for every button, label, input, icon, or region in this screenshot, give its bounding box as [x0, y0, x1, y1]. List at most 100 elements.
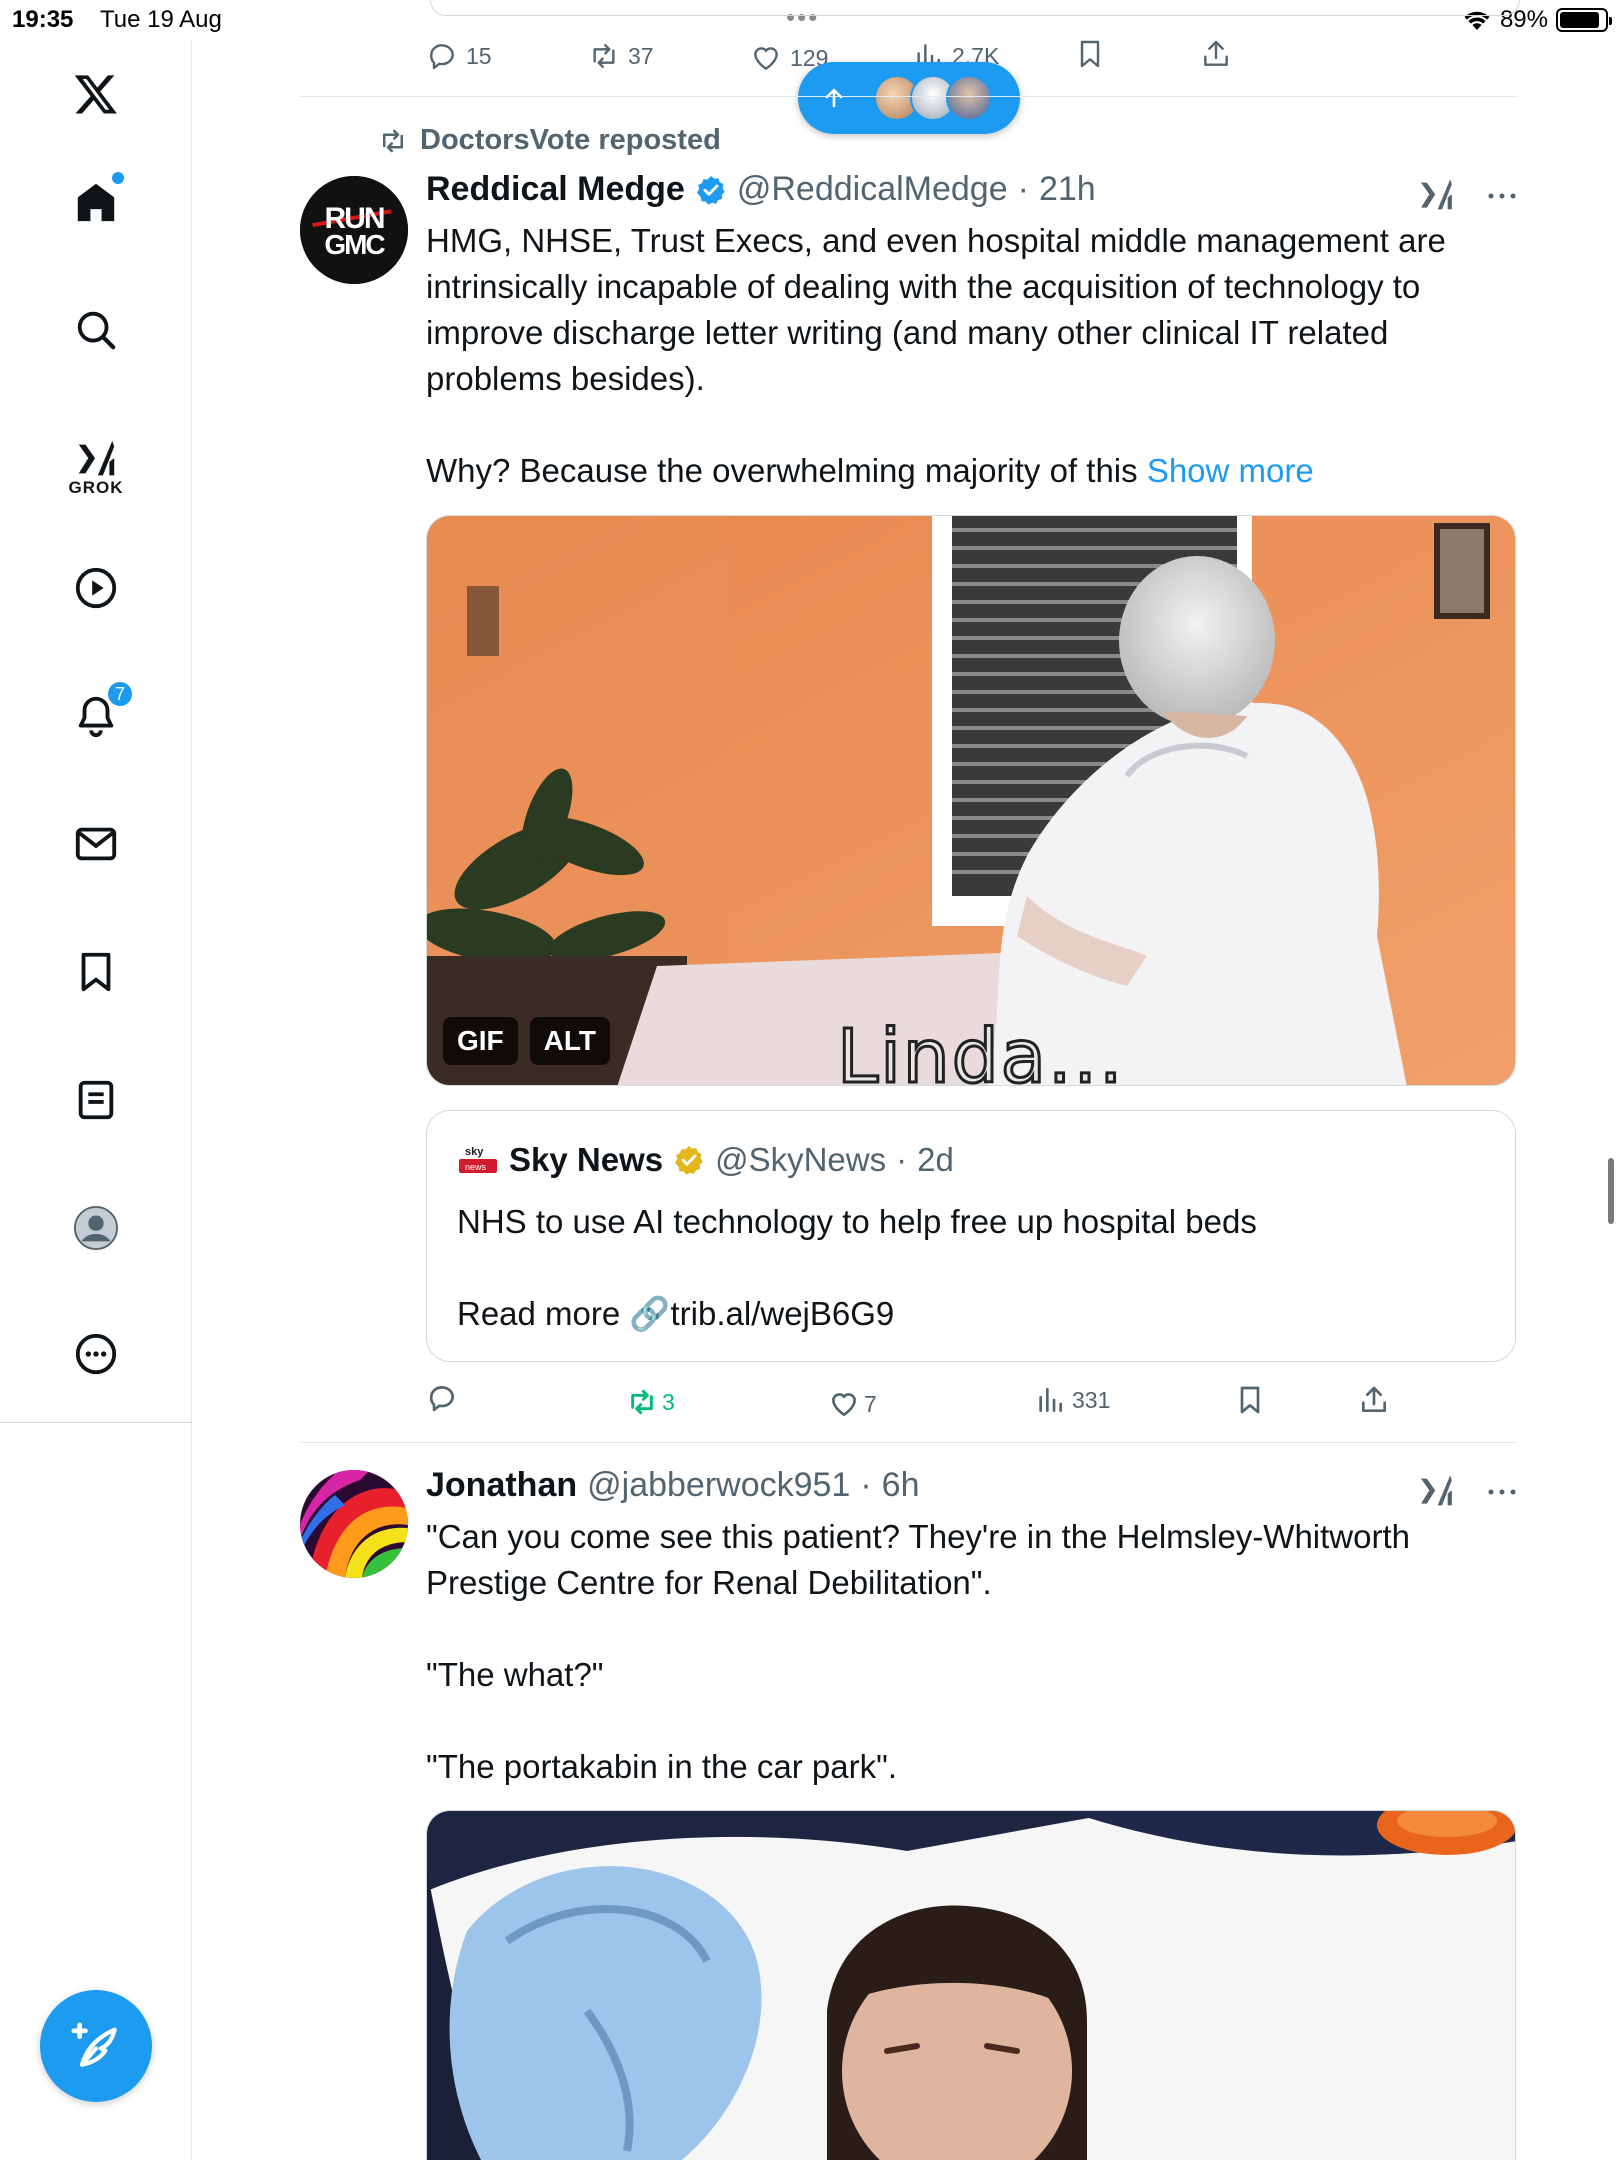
sky-news-logo: sky news	[457, 1143, 499, 1177]
sidebar-item-messages[interactable]	[64, 812, 128, 876]
svg-text:GMC: GMC	[324, 229, 385, 260]
repost-button[interactable]: 3	[626, 1386, 675, 1418]
reply-icon	[430, 44, 454, 70]
compose-feather-icon	[71, 2022, 117, 2067]
tweet-gif-media[interactable]: Linda... GIF ALT	[426, 515, 1516, 1086]
reply-button[interactable]	[426, 1382, 466, 1414]
grok-label: GROK	[68, 478, 124, 497]
sidebar-item-profile[interactable]	[64, 1196, 128, 1260]
more-circle-icon	[75, 1333, 117, 1375]
author-name[interactable]: Reddical Medge	[426, 170, 685, 209]
more-horizontal-icon[interactable]	[1486, 190, 1518, 202]
feed-divider	[300, 1442, 1518, 1443]
tweet-text: "Can you come see this patient? They're …	[426, 1518, 1411, 1785]
tweet-text: HMG, NHSE, Trust Execs, and even hospita…	[426, 218, 1516, 494]
grok-icon[interactable]	[1416, 1472, 1456, 1512]
gif-still-image	[427, 1811, 1515, 2160]
author-name[interactable]: Jonathan	[426, 1466, 577, 1505]
share-icon	[1362, 1386, 1386, 1412]
rainbow-avatar	[300, 1470, 408, 1578]
sidebar-nav: GROK 7	[0, 40, 192, 2160]
prev-card-bottom	[430, 0, 1520, 16]
heart-icon	[754, 47, 778, 71]
home-unread-dot	[112, 172, 124, 184]
sidebar-item-home[interactable]	[64, 170, 128, 234]
quote-header: sky news Sky News @SkyNews · 2d	[457, 1141, 954, 1179]
svg-text:news: news	[465, 1162, 487, 1172]
like-button[interactable]: 7	[828, 1388, 877, 1420]
bookmark-button[interactable]	[1234, 1384, 1266, 1416]
dot-separator: ·	[896, 1141, 908, 1178]
scroll-indicator[interactable]	[1608, 1158, 1614, 1224]
share-button[interactable]	[1358, 1384, 1390, 1416]
reply-button[interactable]: 15	[426, 40, 492, 72]
tweet-body: HMG, NHSE, Trust Execs, and even hospita…	[426, 222, 1446, 489]
show-more-link[interactable]: Show more	[1147, 452, 1314, 489]
sidebar-item-more[interactable]	[64, 1322, 128, 1386]
share-icon	[1204, 40, 1228, 66]
bookmark-icon	[1080, 40, 1100, 68]
sidebar-item-lists[interactable]	[64, 1068, 128, 1132]
tweet-time[interactable]: 21h	[1039, 170, 1096, 209]
grok-icon[interactable]	[1416, 176, 1456, 216]
tweet-tools	[1416, 176, 1518, 216]
tweet-gif-media[interactable]	[426, 1810, 1516, 2160]
bookmark-icon	[81, 952, 111, 992]
sidebar-item-explore[interactable]	[64, 298, 128, 362]
sidebar-item-bookmarks[interactable]	[64, 940, 128, 1004]
quote-author-name: Sky News	[509, 1141, 664, 1178]
gold-verified-badge-icon	[675, 1146, 703, 1175]
quoted-tweet[interactable]: sky news Sky News @SkyNews · 2d NHS to u…	[426, 1110, 1516, 1362]
like-count: 7	[864, 1390, 877, 1417]
author-handle[interactable]: @ReddicalMedge	[737, 170, 1008, 209]
views-button[interactable]: 331	[1034, 1384, 1110, 1416]
verified-badge-icon	[696, 175, 725, 205]
pill-avatar	[946, 75, 992, 121]
author-handle[interactable]: @jabberwock951	[587, 1466, 850, 1505]
battery-icon	[1556, 8, 1612, 32]
alt-badge[interactable]: ALT	[529, 1017, 611, 1065]
gif-badge: GIF	[443, 1017, 518, 1065]
repost-icon	[383, 129, 403, 152]
repost-count: 37	[628, 42, 654, 69]
x-logo-icon[interactable]	[64, 62, 128, 126]
quote-time: 2d	[917, 1141, 954, 1178]
bookmark-button[interactable]	[1074, 38, 1106, 70]
new-posts-pill[interactable]	[798, 62, 1020, 134]
sidebar-item-videos[interactable]	[64, 556, 128, 620]
sidebar-divider	[0, 1422, 192, 1423]
repost-icon	[631, 1389, 653, 1415]
repost-label: DoctorsVote reposted	[420, 124, 721, 156]
views-count: 331	[1072, 1386, 1111, 1413]
tweet-tools	[1416, 1472, 1518, 1512]
avatar[interactable]	[300, 1470, 408, 1578]
grok-icon	[78, 440, 115, 476]
sidebar-item-notifications[interactable]: 7	[64, 680, 134, 748]
search-icon	[77, 311, 116, 350]
feed-divider	[300, 96, 1518, 97]
repost-attribution[interactable]: DoctorsVote reposted	[376, 124, 721, 157]
sky-logo-text: sky	[465, 1146, 484, 1158]
tweet-header: Reddical Medge @ReddicalMedge · 21h	[426, 170, 1096, 209]
repost-count: 3	[662, 1388, 675, 1415]
views-icon	[1039, 1388, 1062, 1412]
dot-separator: ·	[860, 1466, 872, 1504]
gif-caption: Linda...	[836, 1013, 1125, 1086]
more-horizontal-icon[interactable]	[1486, 1486, 1518, 1498]
status-time: 19:35	[12, 6, 74, 33]
bookmark-icon	[1240, 1386, 1260, 1414]
notifications-badge: 7	[106, 680, 134, 708]
envelope-icon	[75, 827, 117, 861]
play-icon	[75, 567, 117, 609]
share-button[interactable]	[1200, 38, 1232, 70]
reply-count: 15	[466, 42, 492, 69]
gif-still-image	[427, 516, 1515, 1085]
compose-button[interactable]	[40, 1990, 152, 2102]
repost-button[interactable]: 37	[588, 40, 654, 72]
arrow-up-icon	[825, 88, 843, 108]
heart-icon	[831, 1393, 857, 1417]
avatar[interactable]: RUN GMC	[300, 176, 408, 284]
profile-avatar-icon	[73, 1205, 119, 1251]
list-icon	[78, 1080, 114, 1120]
tweet-time[interactable]: 6h	[882, 1466, 920, 1505]
